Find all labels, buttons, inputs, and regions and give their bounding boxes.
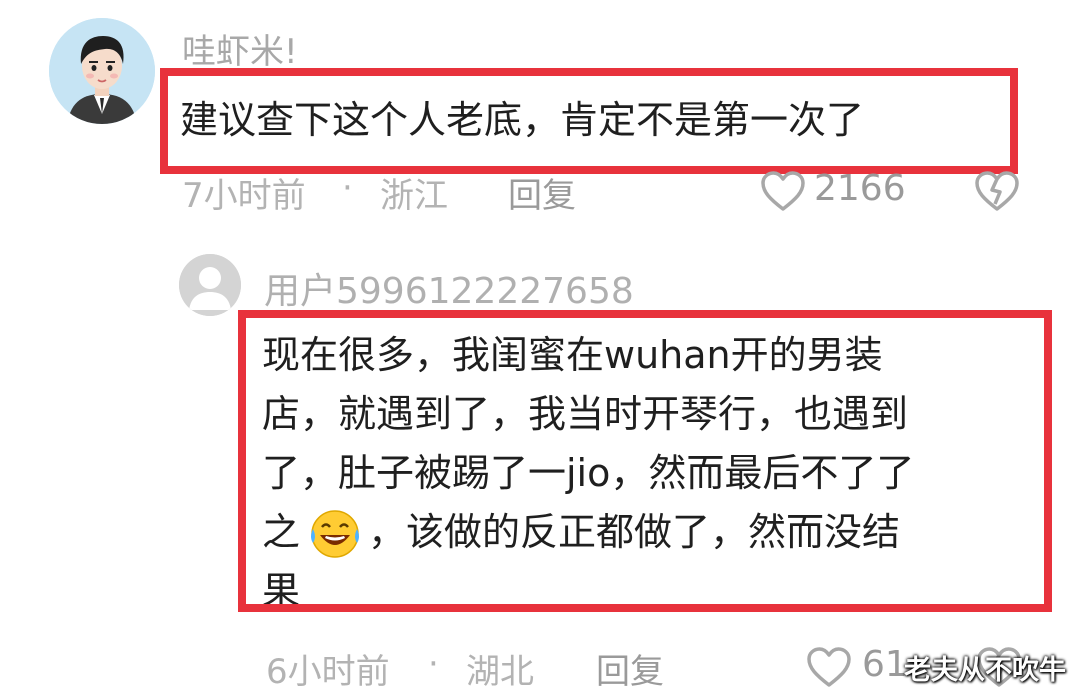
- laughing-emoji-icon: [311, 510, 359, 558]
- default-avatar-icon: [179, 254, 241, 316]
- reply-time: 6小时前: [266, 652, 390, 692]
- dislike-button[interactable]: [974, 170, 1022, 214]
- comment-username[interactable]: 哇虾米!: [182, 24, 298, 73]
- watermark: 老夫从不吹牛: [904, 655, 1066, 686]
- laughing-emoji: [305, 507, 365, 559]
- reply-username[interactable]: 用户5996122227658: [264, 262, 634, 314]
- reply-text-line-5: 果: [262, 569, 301, 604]
- reply-text-line-4a: 之: [262, 510, 301, 554]
- user-avatar[interactable]: [49, 18, 155, 124]
- reply-text-line-1: 现在很多，我闺蜜在wuhan开的男装: [262, 333, 883, 377]
- comment-location: 浙江: [380, 176, 448, 216]
- meta-separator: ·: [342, 168, 353, 208]
- reply-button[interactable]: 回复: [508, 168, 576, 217]
- like-button[interactable]: [760, 170, 808, 214]
- like-count: 2166: [814, 168, 906, 209]
- heart-icon: [761, 171, 805, 211]
- comment-time: 7小时前: [182, 176, 306, 216]
- reply-like-button[interactable]: [806, 646, 854, 690]
- user-avatar-icon: [49, 18, 155, 124]
- reply-text-line-4b: ，该做的反正都做了，然而没结: [368, 510, 901, 554]
- reply-text-line-3: 了，肚子被踢了一jio，然而最后不了了: [262, 451, 915, 495]
- reply-like-count: 61: [862, 644, 908, 685]
- heart-icon: [807, 647, 851, 687]
- reply-reply-button[interactable]: 回复: [596, 644, 664, 693]
- reply-location: 湖北: [466, 652, 534, 692]
- comment-text: 建议查下这个人老底，肯定不是第一次了: [180, 98, 865, 142]
- reply-meta-separator: ·: [428, 644, 439, 684]
- dislike-heart-icon: [975, 171, 1019, 211]
- reply-user-avatar[interactable]: [179, 254, 241, 316]
- reply-text-line-2: 店，就遇到了，我当时开琴行，也遇到: [262, 392, 909, 436]
